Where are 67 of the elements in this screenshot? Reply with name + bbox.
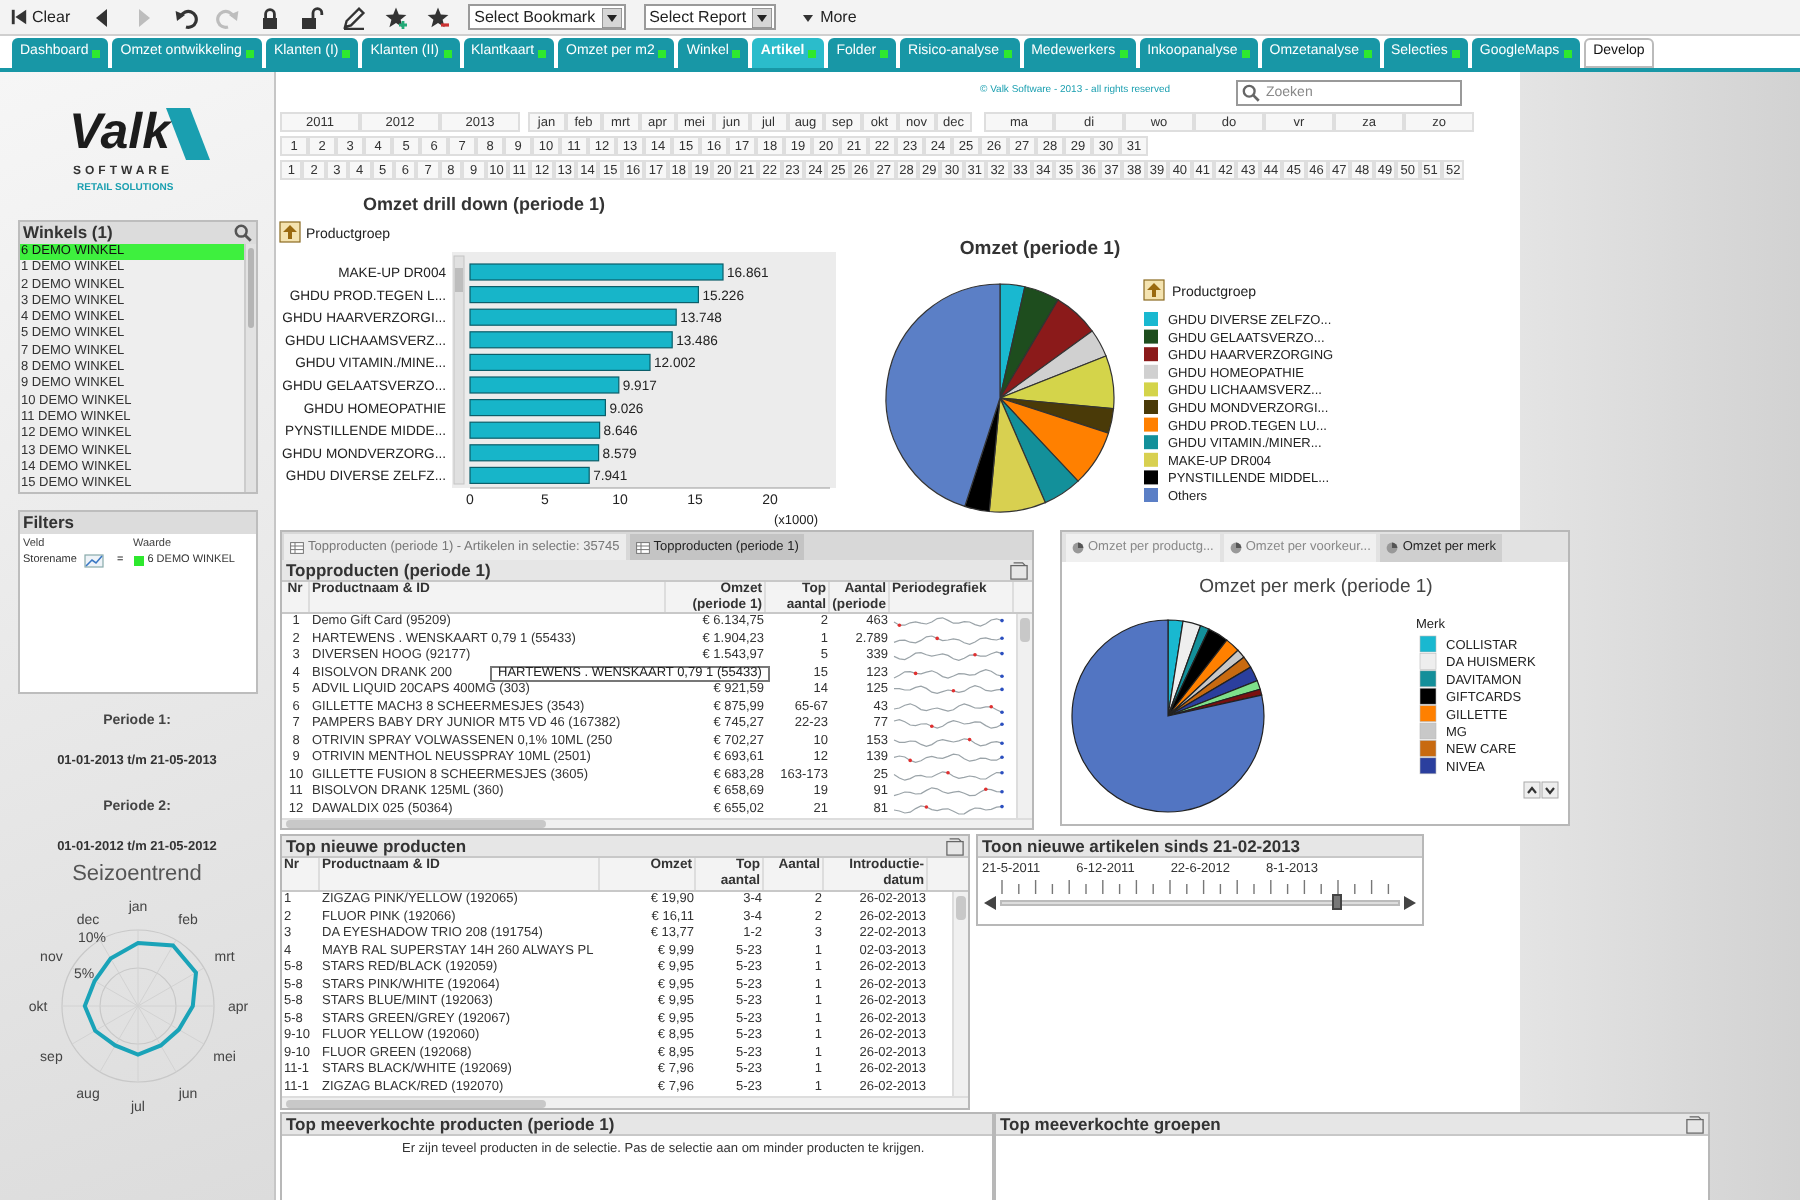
chart-title: Seizoentrend — [72, 861, 202, 885]
lock-icon[interactable] — [258, 5, 283, 29]
table-icon — [290, 541, 304, 553]
sparkline — [890, 631, 1010, 648]
undo-icon[interactable] — [174, 5, 199, 29]
bar — [469, 466, 590, 484]
pencil-icon[interactable] — [342, 5, 367, 29]
sparkline — [890, 648, 1010, 665]
search-icon — [1242, 83, 1260, 101]
star-plus-icon[interactable] — [384, 5, 409, 29]
chart-title: Omzet per merk (periode 1) — [1199, 576, 1433, 598]
scrollbar[interactable] — [453, 255, 465, 485]
bar — [469, 444, 600, 462]
caret-icon — [752, 7, 773, 27]
sparkline — [890, 733, 1010, 750]
sparkline — [890, 767, 1010, 784]
caret-icon — [601, 7, 622, 27]
scrollbar[interactable] — [952, 892, 968, 1097]
listbox-title: Winkels (1) — [23, 220, 113, 245]
sparkline — [890, 682, 1010, 699]
select-dropdown[interactable]: Select Report — [643, 4, 777, 30]
panel-title: Top meeverkochte groepen — [1000, 1111, 1221, 1137]
sparkline — [890, 716, 1010, 733]
drill-up-icon[interactable] — [279, 221, 301, 243]
slider[interactable] — [1000, 900, 1400, 907]
unlock-icon[interactable] — [300, 5, 325, 29]
search-icon[interactable] — [233, 224, 251, 242]
scrollbar[interactable] — [282, 818, 1032, 828]
pie-icon — [1072, 542, 1084, 554]
sparkline — [890, 699, 1010, 716]
chevron-up-icon[interactable] — [1523, 781, 1541, 799]
chart-title: Omzet (periode 1) — [959, 238, 1121, 260]
export-icon[interactable] — [946, 837, 964, 855]
panel-title: Toon nieuwe artikelen sinds 21-02-2013 — [982, 833, 1301, 859]
pie-icon — [1386, 542, 1399, 554]
caret-icon — [802, 11, 815, 23]
panel-title: Top nieuwe producten — [286, 833, 467, 858]
star-minus-icon[interactable] — [426, 5, 451, 29]
bar — [469, 399, 606, 417]
scrollbar[interactable] — [282, 1096, 968, 1108]
table-icon — [635, 541, 650, 553]
drill-up-icon[interactable] — [1143, 279, 1165, 301]
sparkline — [890, 801, 1010, 818]
bar — [469, 421, 601, 439]
slider-thumb[interactable] — [1332, 894, 1343, 911]
sparkline — [890, 750, 1010, 767]
panel-title: Top meeverkochte producten (periode 1) — [286, 1111, 615, 1137]
selection-indicator — [133, 555, 144, 566]
more-button[interactable]: More — [802, 5, 857, 29]
sparkline — [890, 665, 1010, 682]
export-icon[interactable] — [1686, 1115, 1704, 1133]
clear-button[interactable]: Clear — [8, 3, 73, 31]
scrollbar[interactable] — [243, 244, 255, 493]
skip-back-icon — [10, 8, 28, 26]
sparkline — [890, 614, 1010, 631]
chart-icon — [83, 553, 103, 568]
export-icon[interactable] — [1010, 561, 1028, 579]
select-dropdown[interactable]: Select Bookmark — [468, 4, 626, 30]
right-arrow-icon[interactable] — [1404, 896, 1416, 911]
left-arrow-icon[interactable] — [984, 896, 996, 911]
chart-title: Omzet drill down (periode 1) — [363, 194, 605, 214]
chevron-down-icon[interactable] — [1541, 781, 1559, 799]
sparkline — [890, 784, 1010, 801]
scrollbar[interactable] — [1016, 614, 1032, 818]
pie-icon — [1229, 542, 1242, 554]
panel-title: Filters — [23, 510, 75, 536]
panel-title: Topproducten (periode 1) — [286, 557, 491, 582]
